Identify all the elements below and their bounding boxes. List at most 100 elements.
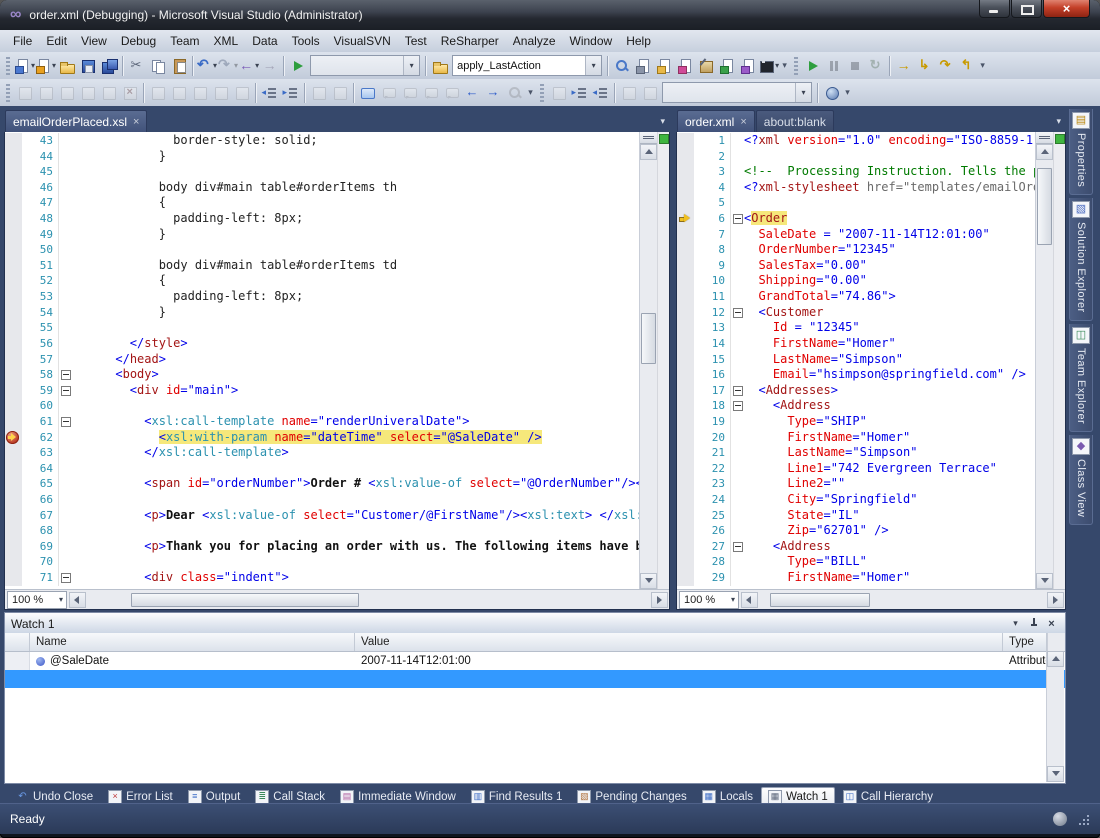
comment-out-icon[interactable]	[308, 82, 329, 104]
code-line[interactable]: 70	[5, 554, 639, 570]
menu-item-window[interactable]: Window	[563, 31, 620, 51]
chevron-down-icon[interactable]: ▾	[731, 595, 738, 604]
code-line[interactable]: 65 <span id="orderNumber">Order # <xsl:v…	[5, 476, 639, 492]
indicator-margin[interactable]	[5, 258, 22, 274]
paste-icon[interactable]	[168, 55, 189, 77]
scrollbar-thumb[interactable]	[770, 593, 870, 607]
indicator-margin[interactable]	[5, 164, 22, 180]
sidebar-tab-properties[interactable]: ▤Properties	[1069, 109, 1093, 195]
indicator-margin[interactable]	[5, 476, 22, 492]
sidebar-tab-solution-explorer[interactable]: ▧Solution Explorer	[1069, 198, 1093, 321]
code-line[interactable]: 3<!-- Processing Instruction. Tells the …	[677, 164, 1035, 180]
resharper-status-icon[interactable]	[659, 134, 669, 144]
resharper-status-icon[interactable]	[1055, 134, 1065, 144]
menu-item-xml[interactable]: XML	[207, 31, 246, 51]
format-xml-icon[interactable]	[548, 82, 569, 104]
scrollbar-thumb[interactable]	[641, 313, 656, 365]
code-lines[interactable]: 43 border-style: solid;44 }4546 body div…	[5, 132, 639, 589]
indicator-margin[interactable]	[5, 227, 22, 243]
code-line[interactable]: 2	[677, 149, 1035, 165]
indicator-margin[interactable]	[677, 289, 694, 305]
code-line[interactable]: 51 body div#main table#orderItems td	[5, 258, 639, 274]
display-formatting-icon[interactable]	[618, 82, 639, 104]
fold-collapse-icon[interactable]	[61, 370, 71, 380]
font-style-icon[interactable]	[210, 82, 231, 104]
indicator-margin[interactable]	[5, 320, 22, 336]
indicator-margin[interactable]	[677, 476, 694, 492]
indent-lines-icon[interactable]	[569, 82, 590, 104]
indicator-margin[interactable]	[5, 180, 22, 196]
undo-icon[interactable]: ▾	[196, 55, 217, 77]
toolbar-grip[interactable]	[794, 57, 798, 75]
tab-close-icon[interactable]: ×	[740, 117, 746, 127]
watch-row[interactable]	[5, 670, 1065, 688]
schemas-combobox[interactable]: ▾	[662, 82, 812, 103]
scroll-left-button[interactable]	[69, 592, 86, 608]
toolbar-grip[interactable]	[6, 84, 10, 102]
new-project-icon[interactable]: ▾	[14, 55, 35, 77]
outdent-lines-icon[interactable]	[590, 82, 611, 104]
indicator-margin[interactable]	[677, 336, 694, 352]
format-selection-icon[interactable]	[168, 82, 189, 104]
uncomment-icon[interactable]	[329, 82, 350, 104]
code-line[interactable]: 67 <p>Dear <xsl:value-of select="Custome…	[5, 508, 639, 524]
indicator-margin[interactable]	[677, 461, 694, 477]
scrollbar-thumb[interactable]	[131, 593, 359, 607]
add-item-icon[interactable]: ▾	[35, 55, 56, 77]
sidebar-tab-class-view[interactable]: ◆Class View	[1069, 435, 1093, 525]
code-line[interactable]: 27 <Address	[677, 539, 1035, 555]
start-xslt-no-debug-icon[interactable]	[77, 82, 98, 104]
scroll-down-button[interactable]	[1036, 573, 1053, 589]
indicator-margin[interactable]	[5, 414, 22, 430]
code-line[interactable]: 12 <Customer	[677, 305, 1035, 321]
code-line[interactable]: 18 <Address	[677, 398, 1035, 414]
right-editor[interactable]: 1<?xml version="1.0" encoding="ISO-8859-…	[676, 132, 1066, 610]
watch-name-cell[interactable]: @SaleDate	[30, 652, 355, 670]
scroll-down-button[interactable]	[1047, 766, 1064, 782]
indicator-margin[interactable]	[677, 383, 694, 399]
code-line[interactable]: 1<?xml version="1.0" encoding="ISO-8859-…	[677, 133, 1035, 149]
tab-about-blank[interactable]: about:blank	[756, 110, 834, 132]
indicator-margin[interactable]	[677, 414, 694, 430]
horizontal-scrollbar[interactable]	[741, 592, 1064, 608]
shelve-icon[interactable]	[483, 82, 504, 104]
code-line[interactable]: 44 }	[5, 149, 639, 165]
debug-xslt-icon[interactable]	[98, 82, 119, 104]
properties-window-icon[interactable]	[632, 55, 653, 77]
undo-check-icon[interactable]	[639, 82, 660, 104]
menu-item-edit[interactable]: Edit	[39, 31, 74, 51]
find-in-files-icon[interactable]	[611, 55, 632, 77]
code-line[interactable]: 59 <div id="main">	[5, 383, 639, 399]
indicator-margin[interactable]	[5, 367, 22, 383]
sidebar-tab-team-explorer[interactable]: ◫Team Explorer	[1069, 324, 1093, 432]
show-next-statement-icon[interactable]	[893, 55, 914, 77]
menu-item-file[interactable]: File	[6, 31, 39, 51]
code-line[interactable]: 19 Type="SHIP"	[677, 414, 1035, 430]
vertical-scrollbar[interactable]	[639, 132, 657, 589]
code-line[interactable]: 48 padding-left: 8px;	[5, 211, 639, 227]
code-line[interactable]: 69 <p>Thank you for placing an order wit…	[5, 539, 639, 555]
toolbar-overflow-chevron[interactable]: ▾	[525, 83, 536, 103]
code-line[interactable]: 17 <Addresses>	[677, 383, 1035, 399]
indicator-margin[interactable]	[677, 164, 694, 180]
indicator-margin[interactable]	[5, 242, 22, 258]
indicator-margin[interactable]	[677, 133, 694, 149]
scroll-up-button[interactable]	[1036, 144, 1053, 160]
indicator-margin[interactable]	[5, 133, 22, 149]
create-schema-icon[interactable]	[14, 82, 35, 104]
code-line[interactable]: 55	[5, 320, 639, 336]
scrollbar-track[interactable]	[758, 592, 1047, 608]
code-line[interactable]: 53 padding-left: 8px;	[5, 289, 639, 305]
toolbar-grip[interactable]	[6, 57, 10, 75]
code-line[interactable]: 23 Line2=""	[677, 476, 1035, 492]
break-all-icon[interactable]	[823, 55, 844, 77]
command-window-icon[interactable]: ▾	[758, 55, 779, 77]
indicator-margin[interactable]	[677, 352, 694, 368]
menu-item-analyze[interactable]: Analyze	[506, 31, 563, 51]
code-line[interactable]: 6<Order	[677, 211, 1035, 227]
close-button[interactable]: ×	[1043, 0, 1090, 18]
decrease-indent-icon[interactable]	[259, 82, 280, 104]
menu-item-tools[interactable]: Tools	[285, 31, 327, 51]
code-line[interactable]: 64	[5, 461, 639, 477]
code-line[interactable]: 47 {	[5, 195, 639, 211]
